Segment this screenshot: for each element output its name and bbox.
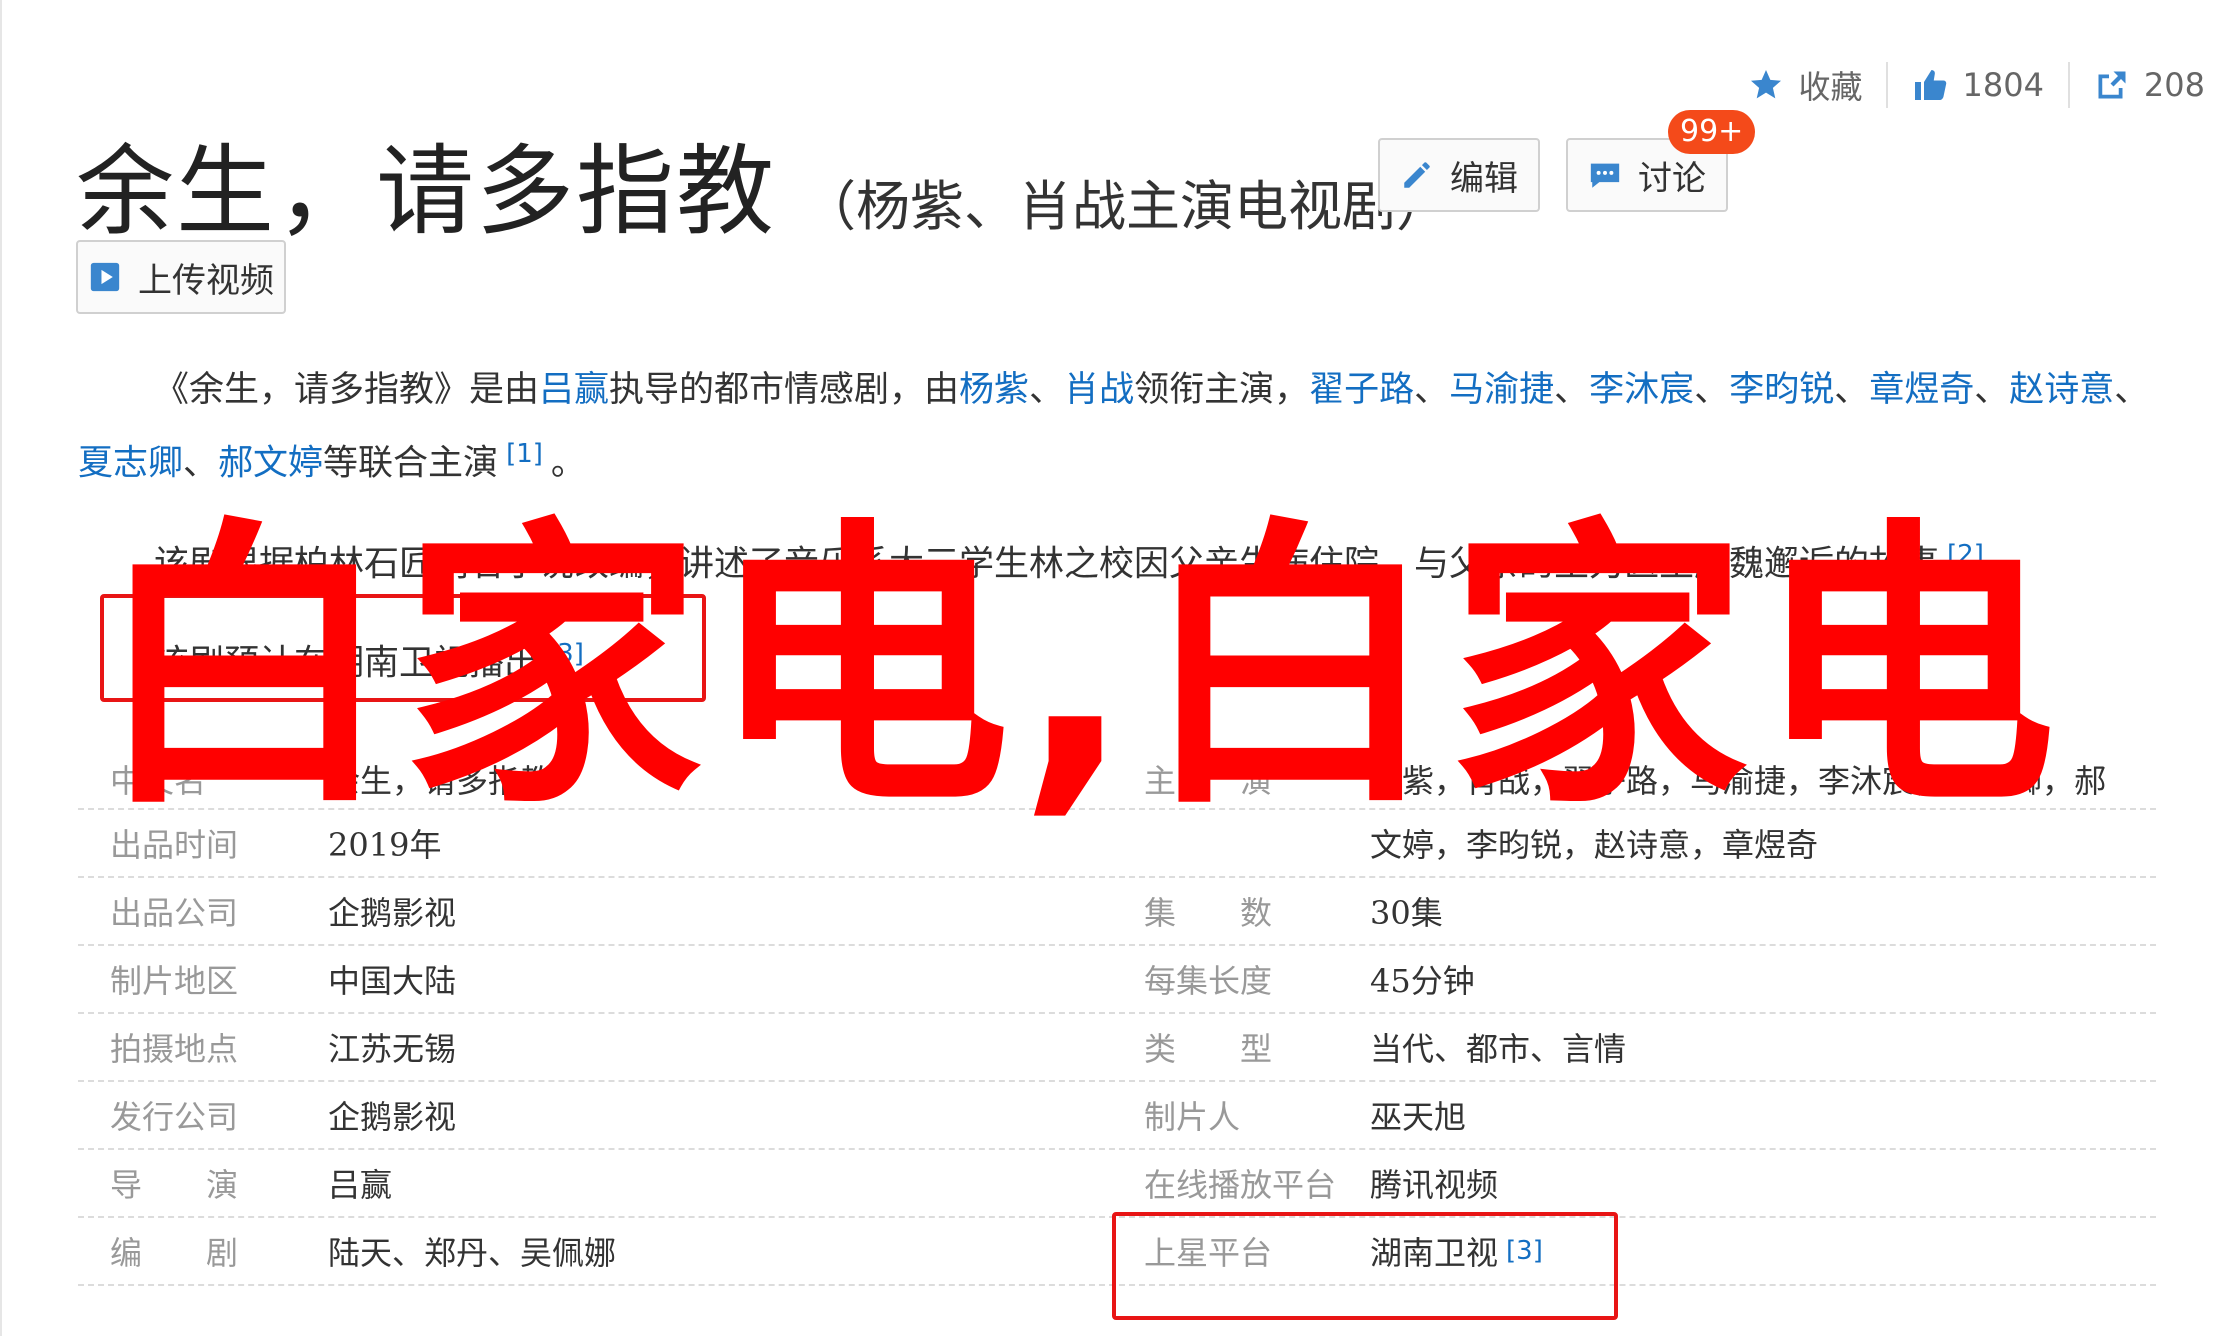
pencil-icon [1404, 162, 1430, 188]
info-label: 发行公司 [110, 1098, 239, 1136]
info-label: 类 型 [1144, 1030, 1273, 1068]
info-value: 巫天旭 [1370, 1098, 1467, 1136]
text-run: 、 [1029, 370, 1065, 410]
edit-label: 编辑 [1450, 158, 1518, 199]
text-run: 、 [1694, 370, 1730, 410]
info-label: 编 剧 [110, 1234, 239, 1272]
info-label: 制片地区 [110, 962, 239, 1000]
text-run: 、 [1974, 370, 2010, 410]
info-label: 每集长度 [1144, 962, 1273, 1000]
info-value: 江苏无锡 [328, 1030, 457, 1068]
like-count: 1804 [1962, 66, 2044, 104]
link-actor[interactable]: 李昀锐 [1729, 370, 1834, 410]
watermark-overlay: 白家电,白家电 [94, 495, 2064, 844]
stats-divider [1886, 62, 1889, 108]
video-play-icon [90, 262, 120, 292]
info-label: 拍摄地点 [110, 1030, 239, 1068]
info-value: 企鹅影视 [328, 1098, 457, 1136]
link-actor[interactable]: 杨紫 [959, 370, 1029, 410]
info-value: 30集 [1370, 894, 1443, 932]
info-value: 中国大陆 [328, 962, 457, 1000]
share-button[interactable]: 208 [2094, 66, 2205, 104]
text-run: 等联合主演 [323, 443, 499, 484]
link-actor[interactable]: 马渝捷 [1449, 370, 1554, 410]
link-actor[interactable]: 李沐宸 [1589, 370, 1694, 410]
link-actor[interactable]: 夏志卿 [78, 444, 183, 484]
text-run: 、 [1414, 370, 1450, 410]
info-label: 制片人 [1144, 1098, 1241, 1136]
info-row: 拍摄地点 江苏无锡 类 型 当代、都市、言情 [78, 1014, 2156, 1082]
link-actor[interactable]: 郝文婷 [218, 444, 323, 484]
info-label: 在线播放平台 [1144, 1166, 1337, 1204]
info-row: 制片地区 中国大陆 每集长度 45分钟 [78, 946, 2156, 1014]
upload-video-button[interactable]: 上传视频 [76, 240, 286, 314]
info-label: 集 数 [1144, 894, 1273, 932]
share-count: 208 [2143, 66, 2205, 104]
info-value: 当代、都市、言情 [1370, 1030, 1627, 1068]
reference-link[interactable]: [1] [506, 439, 543, 469]
info-label: 导 演 [110, 1166, 239, 1204]
info-value: 45分钟 [1370, 962, 1475, 1000]
edit-button[interactable]: 编辑 [1378, 138, 1540, 212]
text-run: 、 [183, 443, 219, 484]
info-value: 腾讯视频 [1370, 1166, 1499, 1204]
annotation-box-broadcast-platform [1112, 1212, 1618, 1320]
info-label: 出品公司 [110, 894, 239, 932]
discuss-label: 讨论 [1638, 158, 1706, 199]
info-row: 出品公司 企鹅影视 集 数 30集 [78, 878, 2156, 946]
link-actor[interactable]: 肖战 [1064, 370, 1134, 410]
page-subtitle: （杨紫、肖战主演电视剧） [802, 175, 1451, 238]
link-director[interactable]: 吕赢 [539, 370, 609, 410]
stats-bar: 收藏 1804 208 [1748, 62, 2205, 108]
page-left-border [0, 0, 2, 1336]
text-run: 、 [1554, 370, 1590, 410]
discuss-count-badge: 99+ [1668, 110, 1756, 154]
info-row: 发行公司 企鹅影视 制片人 巫天旭 [78, 1082, 2156, 1150]
star-icon [1751, 70, 1782, 99]
info-row: 导 演 吕赢 在线播放平台 腾讯视频 [78, 1150, 2156, 1218]
text-run: 《余生，请多指教》是由 [154, 370, 540, 410]
favorite-label: 收藏 [1798, 68, 1863, 106]
share-icon [2098, 71, 2126, 99]
text-run: 执导的都市情感剧，由 [609, 370, 960, 410]
text-run: 。 [550, 443, 586, 484]
info-value: 企鹅影视 [328, 894, 457, 932]
stats-divider [2067, 62, 2070, 108]
text-run: 领衔主演， [1134, 370, 1310, 410]
link-actor[interactable]: 翟子路 [1309, 370, 1414, 410]
info-value: 陆天、郑丹、吴佩娜 [328, 1234, 617, 1272]
text-run: 、 [2114, 370, 2150, 410]
info-value: 吕赢 [328, 1166, 393, 1204]
upload-video-label: 上传视频 [138, 260, 274, 301]
chat-icon [1590, 163, 1620, 188]
link-actor[interactable]: 章煜奇 [1869, 370, 1974, 410]
like-button[interactable]: 1804 [1912, 66, 2044, 104]
summary-paragraph-1: 《余生，请多指教》是由吕赢执导的都市情感剧，由杨紫、肖战领衔主演，翟子路、马渝捷… [78, 358, 2150, 496]
favorite-button[interactable]: 收藏 [1748, 62, 1862, 108]
thumbs-up-icon [1915, 70, 1947, 100]
page-title: 余生，请多指教 [76, 135, 777, 249]
page-title-row: 余生，请多指教 （杨紫、肖战主演电视剧） [76, 112, 1450, 254]
link-actor[interactable]: 赵诗意 [2009, 370, 2114, 410]
text-run: 、 [1834, 370, 1870, 410]
